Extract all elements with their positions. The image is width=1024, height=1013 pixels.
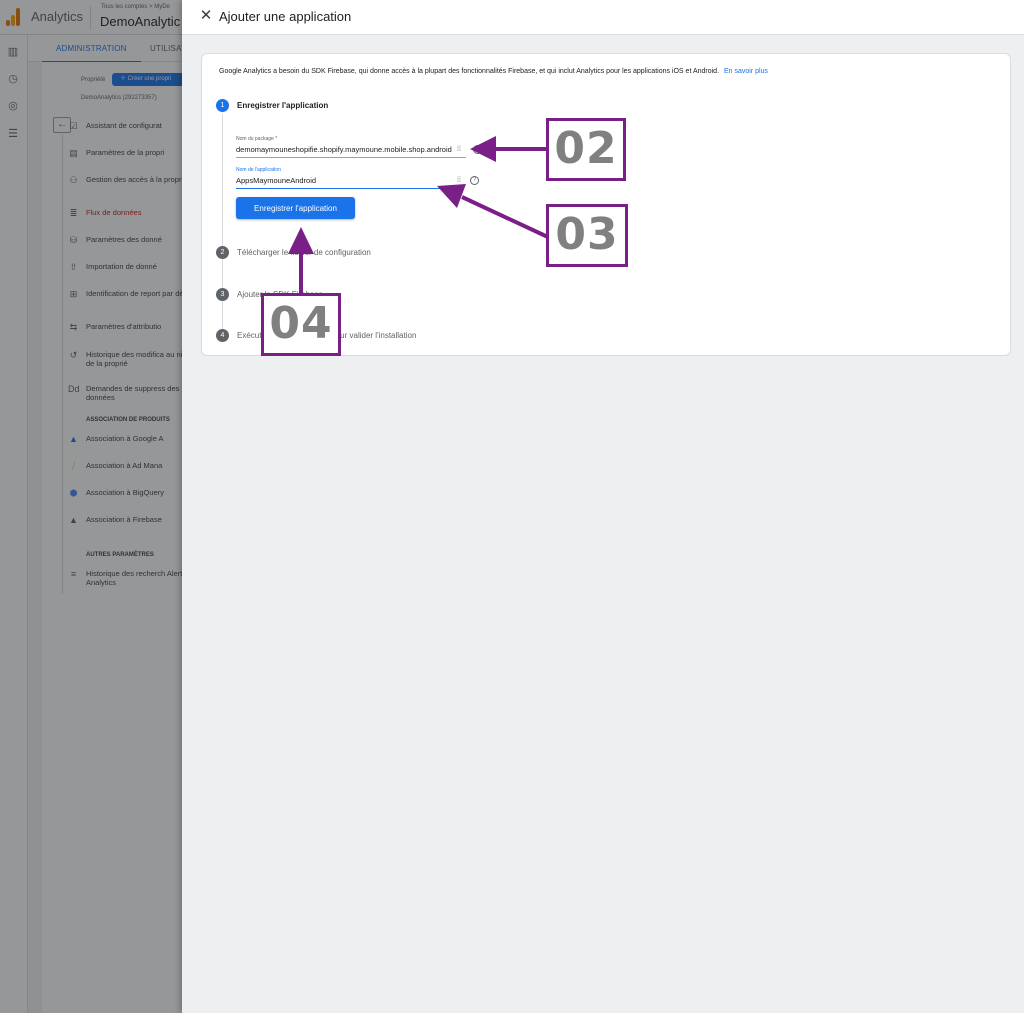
app-name-input[interactable]: AppsMaymouneAndroid [236,176,440,189]
callout-03: 03 [546,204,628,267]
package-name-field[interactable]: Nom du package * demomaymouneshopifie.sh… [236,136,482,158]
autofill-icon[interactable]: ⁞⁞ [457,146,461,153]
learn-more-link[interactable]: En savoir plus [724,68,768,75]
help-icon[interactable]: ? [470,176,479,185]
callout-02: 02 [546,118,626,181]
package-name-label: Nom du package * [236,136,278,142]
help-icon[interactable]: ? [473,145,482,154]
package-name-input[interactable]: demomaymouneshopifie.shopify.maymoune.mo… [236,145,466,158]
register-app-button[interactable]: Enregistrer l'application [236,197,355,219]
step-number: 1 [216,99,229,112]
dialog-title: Ajouter une application [219,9,352,24]
step-number: 3 [216,288,229,301]
step-number: 2 [216,246,229,259]
intro-text: Google Analytics a besoin du SDK Firebas… [219,68,768,75]
stepper-line [222,114,223,334]
callout-04: 04 [261,293,341,356]
step-label: Enregistrer l'application [237,101,329,110]
step-label: Télécharger le fichier de configuration [237,248,371,257]
app-name-label: Nom de l'application [236,167,281,173]
step-number: 4 [216,329,229,342]
app-name-field[interactable]: Nom de l'application AppsMaymouneAndroid… [236,167,479,189]
autofill-icon[interactable]: ⁞⁞ [457,177,461,184]
close-icon[interactable]: ✕ [198,8,214,24]
dialog-header: ✕ Ajouter une application [182,0,1024,35]
intro-message: Google Analytics a besoin du SDK Firebas… [219,68,720,75]
